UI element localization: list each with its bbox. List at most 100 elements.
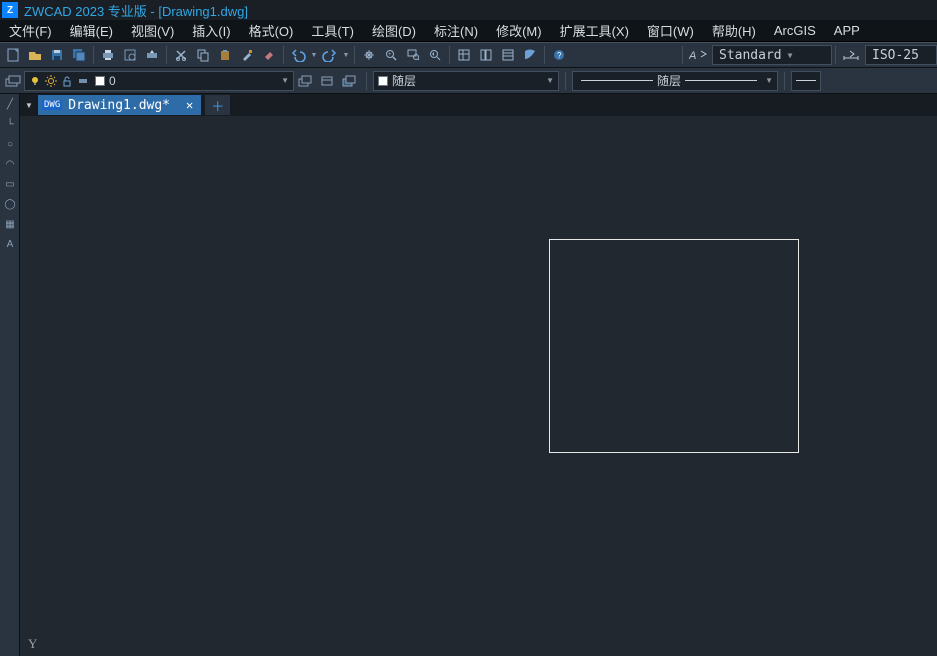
lightbulb-on-icon xyxy=(29,75,41,87)
layer-properties-icon[interactable] xyxy=(2,70,24,92)
drawn-rectangle[interactable] xyxy=(549,239,799,453)
menu-help[interactable]: 帮助(H) xyxy=(703,20,765,41)
zoom-previous-icon[interactable] xyxy=(424,44,446,66)
color-select[interactable]: 随层 ▼ xyxy=(373,71,559,91)
chevron-down-icon: ▼ xyxy=(788,51,793,60)
calc-icon[interactable] xyxy=(519,44,541,66)
cut-icon[interactable] xyxy=(170,44,192,66)
properties-icon[interactable] xyxy=(453,44,475,66)
menu-app[interactable]: APP xyxy=(825,20,869,41)
paste-icon[interactable] xyxy=(214,44,236,66)
toolbar-separator xyxy=(784,72,785,90)
lock-open-icon xyxy=(61,75,73,87)
tablist-menu-icon[interactable]: ▼ xyxy=(20,101,38,110)
menu-format[interactable]: 格式(O) xyxy=(240,20,303,41)
dwg-badge-icon: DWG xyxy=(42,100,62,110)
tab-close-icon[interactable]: ✕ xyxy=(186,98,193,112)
menu-edit[interactable]: 编辑(E) xyxy=(61,20,122,41)
menu-file[interactable]: 文件(F) xyxy=(0,20,61,41)
document-tabstrip: ▼ DWG Drawing1.dwg* ✕ ＋ xyxy=(20,94,937,116)
toolbar-separator xyxy=(93,46,94,64)
toolbar-separator xyxy=(544,46,545,64)
new-icon[interactable] xyxy=(2,44,24,66)
title-bar: Z ZWCAD 2023 专业版 - [Drawing1.dwg] xyxy=(0,0,937,20)
document-tab-label: Drawing1.dwg* xyxy=(68,98,170,113)
saveas-icon[interactable] xyxy=(68,44,90,66)
open-icon[interactable] xyxy=(24,44,46,66)
palette-rectangle-icon[interactable]: ▭ xyxy=(0,174,20,194)
dim-style-value: ISO-25 xyxy=(872,48,919,63)
layers-toolbar: 0 ▼ 随层 ▼ 随层 ▼ xyxy=(0,68,937,94)
linetype-line-icon xyxy=(685,80,757,81)
palette-polyline-icon[interactable]: └ xyxy=(0,114,20,134)
toolbar-separator xyxy=(283,46,284,64)
palette-arc-icon[interactable]: ◠ xyxy=(0,154,20,174)
tool-palettes-icon[interactable] xyxy=(497,44,519,66)
svg-text:A: A xyxy=(689,50,696,62)
menu-bar: 文件(F) 编辑(E) 视图(V) 插入(I) 格式(O) 工具(T) 绘图(D… xyxy=(0,20,937,42)
menu-window[interactable]: 窗口(W) xyxy=(638,20,703,41)
zoom-window-icon[interactable] xyxy=(402,44,424,66)
color-value: 随层 xyxy=(392,72,416,89)
eraser-icon[interactable] xyxy=(258,44,280,66)
menu-dim[interactable]: 标注(N) xyxy=(425,20,487,41)
palette-circle-icon[interactable]: ○ xyxy=(0,134,20,154)
palette-hatch-icon[interactable]: ▦ xyxy=(0,214,20,234)
palette-ellipse-icon[interactable]: ◯ xyxy=(0,194,20,214)
help-icon[interactable]: ? xyxy=(548,44,570,66)
text-style-value: Standard xyxy=(719,48,782,63)
design-center-icon[interactable] xyxy=(475,44,497,66)
menu-modify[interactable]: 修改(M) xyxy=(487,20,551,41)
document-tab[interactable]: DWG Drawing1.dwg* ✕ xyxy=(38,95,201,115)
svg-text:?: ? xyxy=(557,51,562,60)
menu-draw[interactable]: 绘图(D) xyxy=(363,20,425,41)
linetype-line-icon xyxy=(581,80,653,81)
palette-text-icon[interactable]: A xyxy=(0,234,20,254)
redo-dropdown-icon[interactable]: ▼ xyxy=(341,44,351,66)
layer-states-icon[interactable] xyxy=(316,70,338,92)
lineweight-select[interactable] xyxy=(791,71,821,91)
color-swatch-icon xyxy=(378,76,388,86)
app-logo-icon: Z xyxy=(2,2,18,18)
chevron-down-icon: ▼ xyxy=(542,76,554,85)
undo-dropdown-icon[interactable]: ▼ xyxy=(309,44,319,66)
print-preview-icon[interactable] xyxy=(119,44,141,66)
match-properties-icon[interactable] xyxy=(236,44,258,66)
menu-view[interactable]: 视图(V) xyxy=(122,20,183,41)
layer-iso-icon[interactable] xyxy=(338,70,360,92)
toolbar-separator xyxy=(166,46,167,64)
publish-icon[interactable] xyxy=(141,44,163,66)
print-icon[interactable] xyxy=(97,44,119,66)
layer-select[interactable]: 0 ▼ xyxy=(24,71,294,91)
text-style-select[interactable]: Standard ▼ xyxy=(712,45,832,65)
menu-insert[interactable]: 插入(I) xyxy=(183,20,239,41)
layer-previous-icon[interactable] xyxy=(294,70,316,92)
standard-toolbar: ▼ ▼ + ? A Standard ▼ ISO-2 xyxy=(0,42,937,68)
menu-tools[interactable]: 工具(T) xyxy=(302,20,363,41)
dim-style-select[interactable]: ISO-25 xyxy=(865,45,937,65)
palette-line-icon[interactable]: ╱ xyxy=(0,94,20,114)
window-title: ZWCAD 2023 专业版 - [Drawing1.dwg] xyxy=(24,1,248,20)
linetype-select[interactable]: 随层 ▼ xyxy=(572,71,778,91)
toolbar-separator xyxy=(449,46,450,64)
toolbar-separator xyxy=(835,46,836,64)
toolbar-separator xyxy=(354,46,355,64)
menu-arcgis[interactable]: ArcGIS xyxy=(765,20,825,41)
document-container: ▼ DWG Drawing1.dwg* ✕ ＋ Y xyxy=(20,94,937,656)
menu-ext[interactable]: 扩展工具(X) xyxy=(551,20,638,41)
tab-add-button[interactable]: ＋ xyxy=(205,95,230,115)
toolbar-separator xyxy=(682,46,683,64)
drawing-canvas[interactable]: Y xyxy=(20,116,937,656)
draw-palette: ╱ └ ○ ◠ ▭ ◯ ▦ A xyxy=(0,94,20,656)
chevron-down-icon: ▼ xyxy=(277,76,289,85)
layer-color-swatch xyxy=(95,76,105,86)
copy-icon[interactable] xyxy=(192,44,214,66)
save-icon[interactable] xyxy=(46,44,68,66)
dim-style-icon[interactable] xyxy=(839,44,865,66)
text-style-icon[interactable]: A xyxy=(686,44,712,66)
zoom-realtime-icon[interactable]: + xyxy=(380,44,402,66)
svg-text:+: + xyxy=(388,52,392,58)
undo-icon[interactable] xyxy=(287,44,309,66)
pan-icon[interactable] xyxy=(358,44,380,66)
redo-icon[interactable] xyxy=(319,44,341,66)
